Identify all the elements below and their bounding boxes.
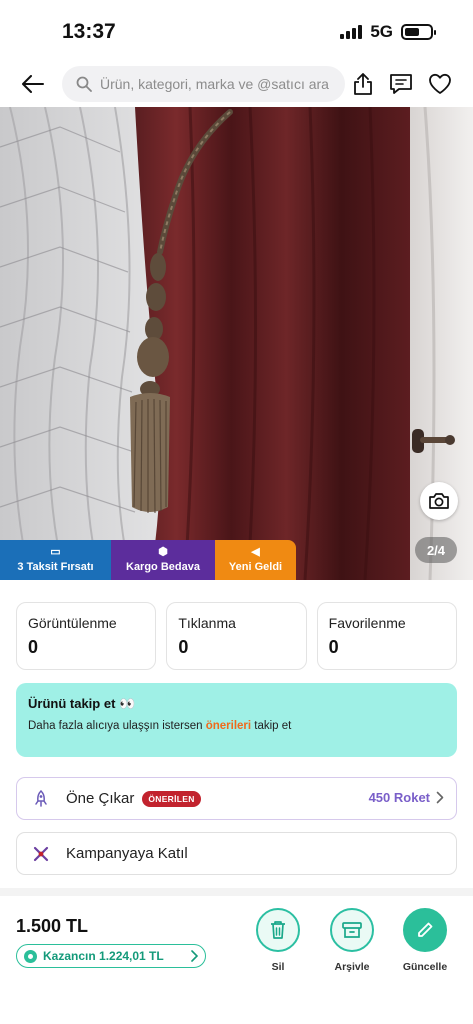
follow-title: Ürünü takip et 👀 xyxy=(28,696,136,711)
product-photo xyxy=(0,107,473,580)
follow-desc-text: Daha fazla alıcıya ulaşşın istersen xyxy=(28,720,206,732)
campaign-row[interactable]: Kampanyaya Katıl xyxy=(16,832,457,875)
update-button[interactable]: Güncelle xyxy=(395,908,455,973)
badge-free-shipping: ⬢ Kargo Bedava xyxy=(111,540,215,580)
badge-free-shipping-label: Kargo Bedava xyxy=(126,561,200,573)
product-image-gallery[interactable]: 2/4 ▭ 3 Taksit Fırsatı ⬢ Kargo Bedava ◀ … xyxy=(0,107,473,580)
top-navigation xyxy=(0,62,473,106)
status-indicators: 5G xyxy=(340,22,436,42)
roket-price: 450 Roket xyxy=(369,790,444,805)
follow-product-card: Ürünü takip et 👀 Daha fazla alıcıya ulaş… xyxy=(16,683,457,757)
signal-icon xyxy=(340,25,363,39)
messages-button[interactable] xyxy=(386,70,416,98)
trash-icon xyxy=(271,921,285,939)
badge-new-arrival: ◀ Yeni Geldi xyxy=(215,540,296,580)
campaign-icon xyxy=(31,844,51,864)
network-type: 5G xyxy=(370,22,393,41)
search-bar[interactable] xyxy=(62,66,345,102)
delete-circle xyxy=(256,908,300,952)
archive-button[interactable]: Arşivle xyxy=(322,908,382,973)
recommended-badge: ÖNERİLEN xyxy=(142,790,201,807)
stats-row: Görüntülenme 0 Tıklanma 0 Favorilenme 0 xyxy=(16,602,457,670)
follow-desc-suffix: takip et xyxy=(251,720,292,732)
campaign-label: Kampanyaya Katıl xyxy=(66,845,188,862)
arrow-left-icon xyxy=(22,75,44,93)
share-icon xyxy=(354,73,372,95)
image-counter: 2/4 xyxy=(415,537,457,563)
stat-clicks-value: 0 xyxy=(178,637,189,657)
battery-icon xyxy=(401,24,436,40)
roket-amount: 450 Roket xyxy=(368,790,430,805)
pencil-icon xyxy=(418,922,433,937)
search-icon xyxy=(76,76,92,92)
stat-clicks-label: Tıklanma xyxy=(178,615,236,631)
archive-icon xyxy=(342,922,362,938)
search-input[interactable] xyxy=(100,76,345,92)
chat-icon xyxy=(390,74,412,94)
update-label: Güncelle xyxy=(402,961,448,973)
badge-new-arrival-label: Yeni Geldi xyxy=(228,561,283,573)
camera-icon xyxy=(429,493,449,509)
chevron-right-icon xyxy=(191,950,198,962)
camera-button[interactable] xyxy=(420,482,458,520)
earnings-icon xyxy=(24,949,37,963)
section-divider xyxy=(0,888,473,896)
favorite-button[interactable] xyxy=(425,70,455,98)
credit-card-icon: ▭ xyxy=(50,546,61,558)
stat-favorites-label: Favorilenme xyxy=(328,615,406,631)
promote-label: Öne Çıkar xyxy=(66,790,135,807)
recommendations-link[interactable]: önerileri xyxy=(206,720,251,732)
promote-row[interactable]: Öne Çıkar ÖNERİLEN 450 Roket xyxy=(16,777,457,820)
earnings-pill[interactable]: Kazancın 1.224,01 TL xyxy=(16,944,206,968)
follow-description: Daha fazla alıcıya ulaşşın istersen öner… xyxy=(28,720,445,732)
package-icon: ⬢ xyxy=(158,546,168,558)
heart-icon xyxy=(429,73,451,94)
archive-circle xyxy=(330,908,374,952)
chevron-right-icon xyxy=(436,791,444,804)
share-button[interactable] xyxy=(348,70,378,98)
archive-label: Arşivle xyxy=(334,961,370,973)
status-time: 13:37 xyxy=(62,20,116,43)
stat-favorites: Favorilenme 0 xyxy=(316,602,457,670)
status-bar: 13:37 5G xyxy=(0,0,473,62)
bottom-action-bar: 1.500 TL Kazancın 1.224,01 TL Sil Arşivl… xyxy=(0,896,473,1024)
badge-installment: ▭ 3 Taksit Fırsatı xyxy=(0,540,111,580)
megaphone-icon: ◀ xyxy=(251,546,260,558)
stat-views: Görüntülenme 0 xyxy=(16,602,157,670)
product-price: 1.500 TL xyxy=(16,916,89,936)
delete-button[interactable]: Sil xyxy=(248,908,308,973)
stat-favorites-value: 0 xyxy=(328,637,339,657)
stat-clicks: Tıklanma 0 xyxy=(166,602,307,670)
back-button[interactable] xyxy=(18,70,48,98)
badge-installment-label: 3 Taksit Fırsatı xyxy=(17,561,94,573)
product-badges: ▭ 3 Taksit Fırsatı ⬢ Kargo Bedava ◀ Yeni… xyxy=(0,540,296,580)
stat-views-label: Görüntülenme xyxy=(28,615,117,631)
update-circle xyxy=(403,908,447,952)
stat-views-value: 0 xyxy=(28,637,39,657)
earnings-text: Kazancın 1.224,01 TL xyxy=(43,949,164,963)
rocket-icon xyxy=(31,789,51,809)
delete-label: Sil xyxy=(271,961,285,973)
